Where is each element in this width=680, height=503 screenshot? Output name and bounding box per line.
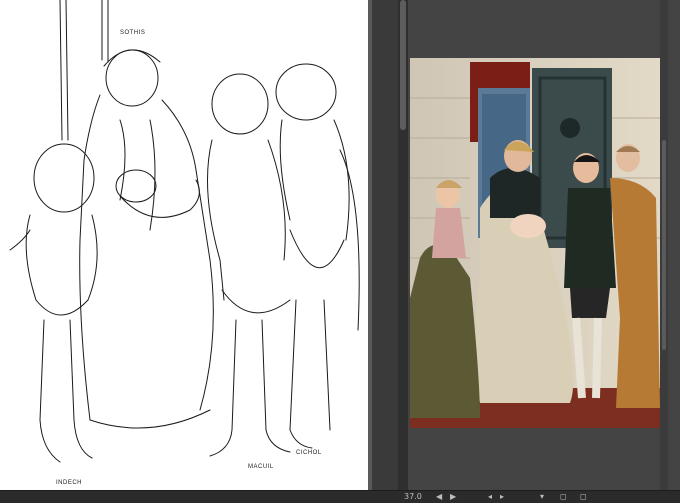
zoom-readout[interactable]: 37.0 <box>404 491 422 503</box>
sketch-canvas[interactable]: SOTHIS MACUIL CICHOL INDECH <box>0 0 368 490</box>
label-cichol: CICHOL <box>296 450 322 456</box>
status-item-3[interactable]: ▸ <box>500 491 504 503</box>
label-indech: INDECH <box>56 480 82 486</box>
status-item-6[interactable]: ◻ <box>580 491 587 503</box>
vertical-scroll-thumb[interactable] <box>400 0 406 130</box>
label-sothis: SOTHIS <box>120 30 145 36</box>
sketch-drawing: SOTHIS MACUIL CICHOL INDECH <box>9 0 360 486</box>
status-item-0[interactable]: ◀ <box>436 491 442 503</box>
status-item-2[interactable]: ◂ <box>488 491 492 503</box>
status-item-4[interactable]: ▾ <box>540 491 544 503</box>
label-macuil: MACUIL <box>248 464 274 470</box>
status-item-5[interactable]: ◻ <box>560 491 567 503</box>
status-item-1[interactable]: ▶ <box>450 491 456 503</box>
reference-photo <box>410 58 660 428</box>
reference-scroll-thumb[interactable] <box>662 140 666 350</box>
status-bar: 37.0 ◀ ▶ ◂ ▸ ▾ ◻ ◻ <box>0 490 680 503</box>
